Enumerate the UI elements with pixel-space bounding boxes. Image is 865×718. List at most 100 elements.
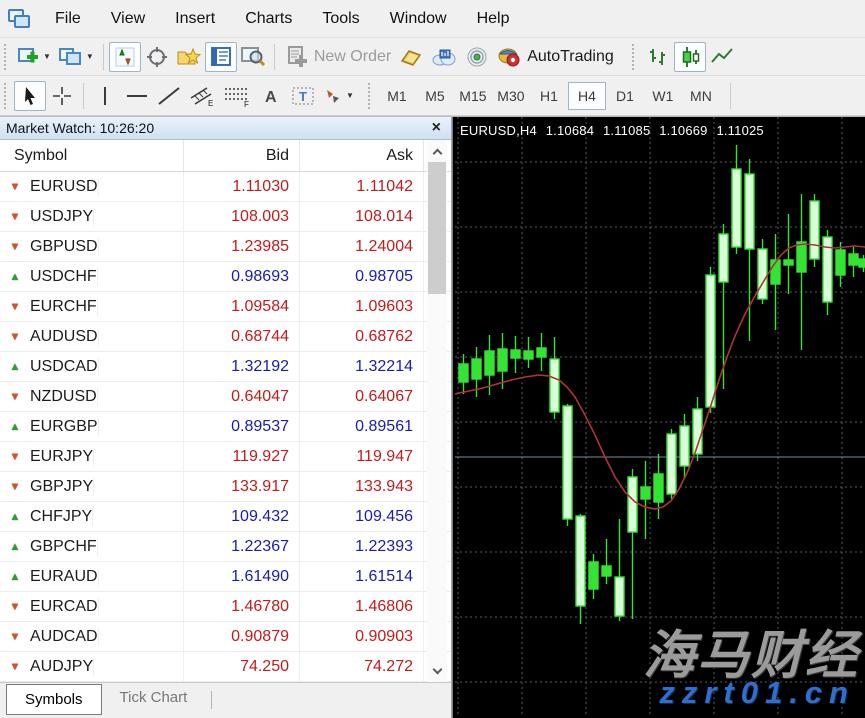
ohlc-close: 1.11025 (716, 123, 763, 138)
market-watch-row[interactable]: ▼EURJPY119.927119.947 (0, 442, 451, 472)
text-label-button[interactable]: T (287, 81, 319, 111)
market-watch-row[interactable]: ▲EURAUD1.614901.61514 (0, 562, 451, 592)
timeframe-d1-button[interactable]: D1 (606, 82, 644, 110)
scroll-down-icon[interactable] (429, 662, 445, 680)
menu-window[interactable]: Window (375, 3, 462, 35)
candlestick-mode-button[interactable] (674, 42, 706, 72)
menu-help[interactable]: Help (462, 3, 525, 35)
cursor-button[interactable] (14, 81, 46, 111)
arrow-up-icon: ▲ (8, 361, 22, 373)
profiles-button[interactable]: ▼ (55, 42, 98, 72)
autotrading-button[interactable]: AutoTrading (493, 42, 618, 72)
line-chart-mode-button[interactable] (706, 42, 738, 72)
symbol-cell: ▲EURGBP (0, 412, 184, 441)
market-watch-row[interactable]: ▲CHFJPY109.432109.456 (0, 502, 451, 532)
timeframe-h4-button[interactable]: H4 (568, 82, 606, 110)
chart-ohlc-info: EURUSD,H4 1.10684 1.11085 1.10669 1.1102… (460, 123, 769, 138)
signals-button[interactable] (461, 42, 493, 72)
timeframe-m5-button[interactable]: M5 (416, 82, 454, 110)
market-watch-row[interactable]: ▼GBPJPY133.917133.943 (0, 472, 451, 502)
timeframe-w1-button[interactable]: W1 (644, 82, 682, 110)
menu-charts[interactable]: Charts (230, 3, 307, 35)
market-watch-row[interactable]: ▼EURCHF1.095841.09603 (0, 292, 451, 322)
column-header-ask[interactable]: Ask (300, 140, 424, 171)
autotrading-label: AutoTrading (527, 48, 614, 66)
trendline-button[interactable] (153, 81, 185, 111)
market-watch-row[interactable]: ▼USDJPY108.003108.014 (0, 202, 451, 232)
favorites-button[interactable] (173, 42, 205, 72)
symbol-cell: ▼EURCAD (0, 592, 184, 621)
market-watch-row[interactable]: ▼AUDCAD0.908790.90903 (0, 622, 451, 652)
fibonacci-button[interactable]: F (219, 81, 255, 111)
arrow-up-icon: ▲ (8, 571, 22, 583)
navigator-button[interactable] (141, 42, 173, 72)
folder-star-icon (177, 47, 201, 67)
menu-view[interactable]: View (96, 3, 160, 35)
toolbar-grip[interactable] (4, 83, 10, 109)
toolbar-grip[interactable] (4, 44, 10, 70)
tab-tick-chart[interactable]: Tick Chart (102, 683, 206, 712)
arrow-styles-button[interactable]: ▼ (319, 81, 358, 111)
mql5-community-button[interactable] (427, 42, 461, 72)
market-watch-row[interactable]: ▼EURCAD1.467801.46806 (0, 592, 451, 622)
scrollbar-thumb[interactable] (428, 162, 446, 294)
market-watch-button[interactable] (205, 42, 237, 72)
symbol-cell: ▼AUDJPY (0, 652, 184, 681)
new-chart-button[interactable]: ▼ (14, 42, 55, 72)
market-watch-row[interactable]: ▲GBPCHF1.223671.22393 (0, 532, 451, 562)
menu-insert[interactable]: Insert (160, 3, 230, 35)
bars-chart-icon (647, 46, 669, 68)
toolbar-grip[interactable] (368, 83, 374, 109)
market-watch-row[interactable]: ▼AUDJPY74.25074.272 (0, 652, 451, 682)
market-watch-row[interactable]: ▼GBPUSD1.239851.24004 (0, 232, 451, 262)
market-watch-row[interactable]: ▼NZDUSD0.640470.64067 (0, 382, 451, 412)
market-watch-table: Symbol Bid Ask ▼EURUSD1.110301.11042▼USD… (0, 140, 451, 682)
history-center-button[interactable] (395, 42, 427, 72)
tab-symbols[interactable]: Symbols (6, 684, 102, 715)
timeframe-m15-button[interactable]: M15 (454, 82, 492, 110)
column-header-bid[interactable]: Bid (184, 140, 300, 171)
svg-text:A: A (265, 89, 277, 106)
market-watch-title: Market Watch: 10:26:20 (6, 120, 428, 136)
market-watch-row[interactable]: ▲USDCAD1.321921.32214 (0, 352, 451, 382)
candlestick-chart-icon (679, 46, 701, 68)
scroll-up-icon[interactable] (429, 142, 445, 160)
horizontal-line-button[interactable] (121, 81, 153, 111)
arrow-up-icon: ▲ (8, 541, 22, 553)
menu-file[interactable]: File (40, 3, 96, 35)
bid-value: 1.23985 (184, 232, 300, 261)
toolbar-grip[interactable] (632, 44, 638, 70)
data-window-button[interactable] (237, 42, 269, 72)
table-header[interactable]: Symbol Bid Ask (0, 140, 451, 172)
arrow-down-icon: ▼ (8, 331, 22, 343)
standard-toolbar: ▼ ▼ (0, 38, 865, 76)
vertical-line-button[interactable] (89, 81, 121, 111)
arrow-up-icon: ▲ (8, 271, 22, 283)
chart-panel[interactable]: EURUSD,H4 1.10684 1.11085 1.10669 1.1102… (452, 117, 865, 718)
timeframe-m1-button[interactable]: M1 (378, 82, 416, 110)
market-watch-row[interactable]: ▼AUDUSD0.687440.68762 (0, 322, 451, 352)
toolbar-separator (103, 44, 104, 70)
new-order-button[interactable]: New Order (282, 42, 395, 72)
arrow-down-icon: ▼ (8, 211, 22, 223)
timeframe-m30-button[interactable]: M30 (492, 82, 530, 110)
ask-value: 0.98705 (300, 262, 424, 291)
timeframe-mn-button[interactable]: MN (682, 82, 720, 110)
close-icon[interactable]: × (428, 120, 445, 136)
market-watch-row[interactable]: ▼EURUSD1.110301.11042 (0, 172, 451, 202)
text-button[interactable]: A (255, 81, 287, 111)
market-watch-row[interactable]: ▲EURGBP0.895370.89561 (0, 412, 451, 442)
menu-tools[interactable]: Tools (307, 3, 374, 35)
bar-chart-mode-button[interactable] (642, 42, 674, 72)
market-watch-row[interactable]: ▲USDCHF0.986930.98705 (0, 262, 451, 292)
crosshair-button[interactable] (46, 81, 78, 111)
scrollbar[interactable] (427, 140, 447, 682)
chart-shift-button[interactable] (109, 42, 141, 72)
equidistant-channel-button[interactable]: E (185, 81, 219, 111)
market-watch-titlebar[interactable]: Market Watch: 10:26:20 × (0, 117, 451, 140)
column-header-symbol[interactable]: Symbol (0, 140, 184, 171)
watermark-url: zzrt01.cn (659, 675, 855, 711)
symbol-label: USDCAD (30, 358, 99, 376)
symbol-cell: ▼EURCHF (0, 292, 184, 321)
timeframe-h1-button[interactable]: H1 (530, 82, 568, 110)
